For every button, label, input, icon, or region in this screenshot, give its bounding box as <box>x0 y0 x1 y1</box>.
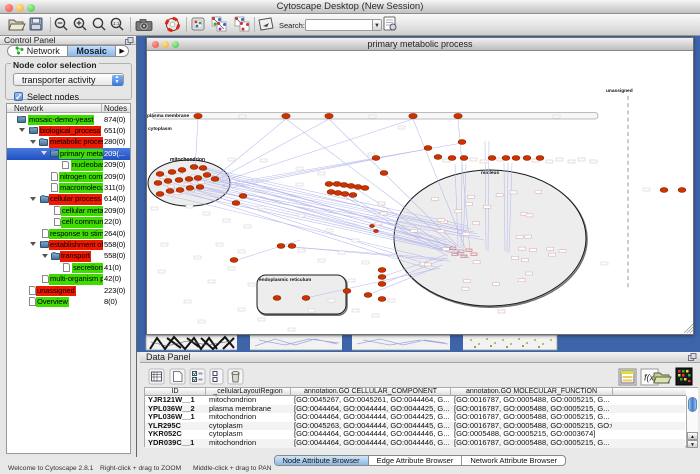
svg-text:nucleus: nucleus <box>481 170 499 176</box>
svg-text:unassigned: unassigned <box>606 88 633 94</box>
svg-text:cytoplasm: cytoplasm <box>148 126 172 132</box>
svg-text:endoplasmic reticulum: endoplasmic reticulum <box>259 277 311 283</box>
svg-text:1:1: 1:1 <box>113 21 120 26</box>
svg-text:mitochondrion: mitochondrion <box>170 157 205 163</box>
svg-text:plasma membrane: plasma membrane <box>147 113 189 119</box>
